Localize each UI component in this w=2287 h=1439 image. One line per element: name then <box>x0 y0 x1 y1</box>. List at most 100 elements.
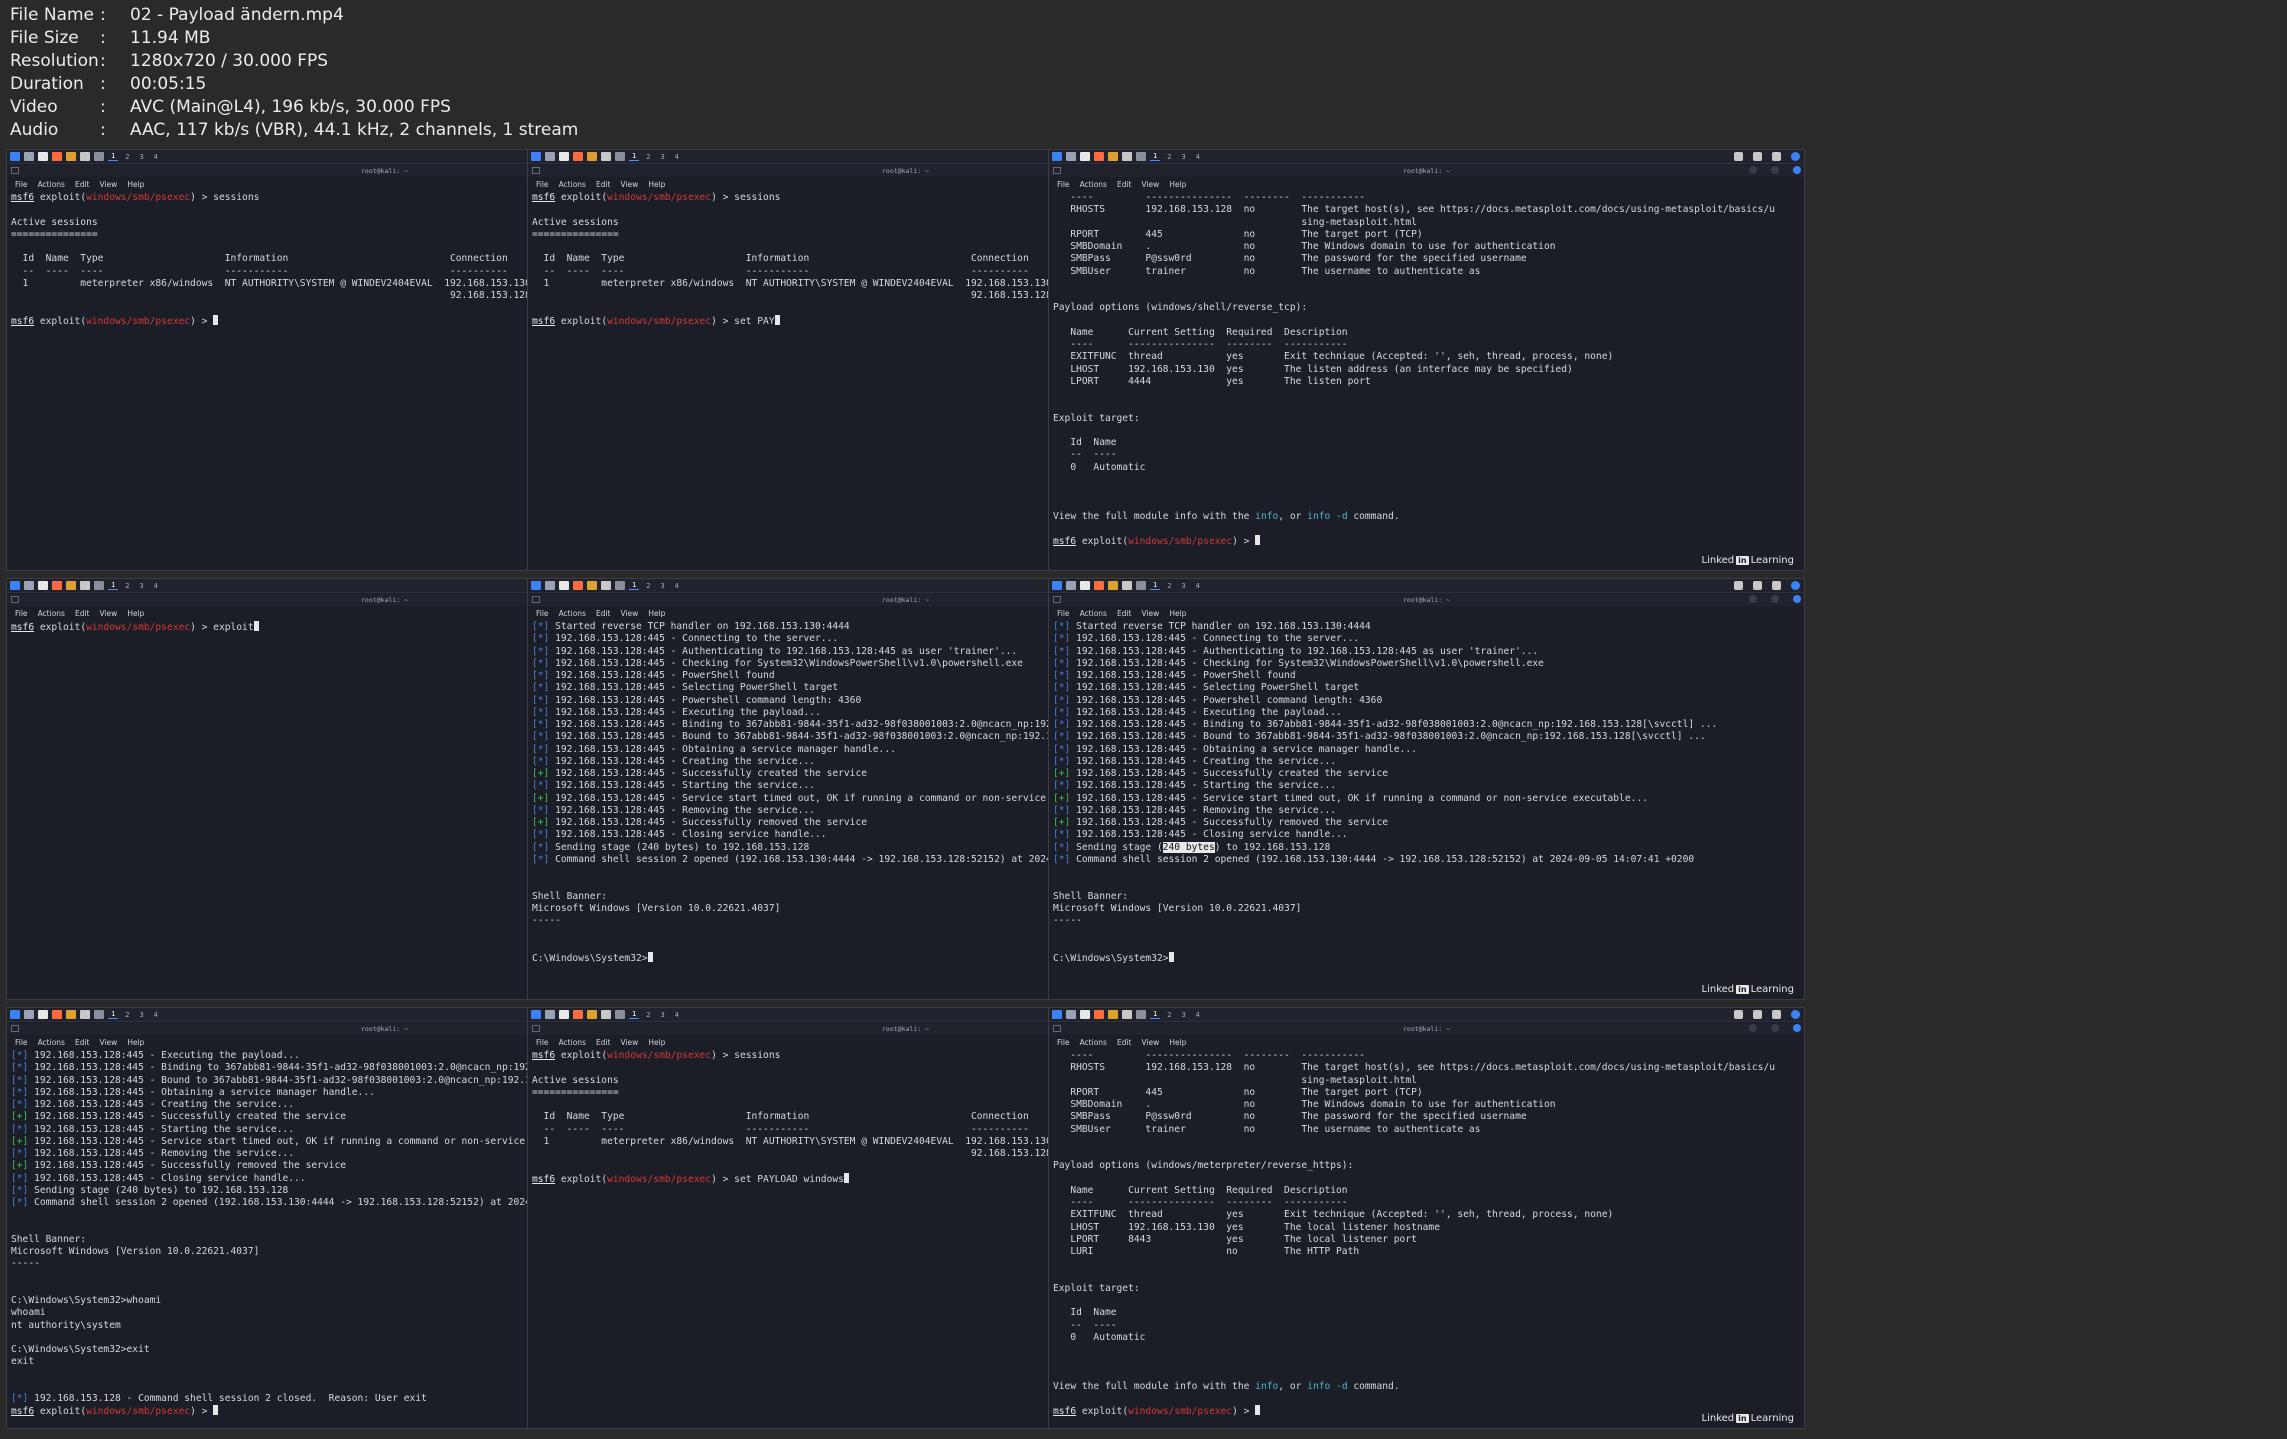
launcher-icon[interactable] <box>545 152 555 161</box>
power-icon[interactable] <box>1791 152 1800 161</box>
menu-item-actions[interactable]: Actions <box>1080 609 1107 618</box>
launcher-icon[interactable] <box>80 1010 90 1019</box>
launcher-icon[interactable] <box>24 1010 34 1019</box>
minimize-button[interactable] <box>1749 166 1757 174</box>
workspace-switcher[interactable]: 3 <box>1178 582 1188 590</box>
launcher-icon[interactable] <box>573 152 583 161</box>
menu-item-view[interactable]: View <box>100 609 118 618</box>
launcher-icon[interactable] <box>1136 152 1146 161</box>
launcher-icon[interactable] <box>38 1010 48 1019</box>
workspace-switcher[interactable]: 4 <box>1193 153 1203 161</box>
launcher-icon[interactable] <box>66 1010 76 1019</box>
workspace-switcher[interactable]: 4 <box>672 1011 682 1019</box>
workspace-switcher[interactable]: 2 <box>122 1011 132 1019</box>
menu-item-edit[interactable]: Edit <box>1117 609 1132 618</box>
launcher-icon[interactable] <box>545 581 555 590</box>
workspace-switcher[interactable]: 1 <box>629 581 640 590</box>
launcher-icon[interactable] <box>94 581 104 590</box>
workspace-switcher[interactable]: 3 <box>657 1011 667 1019</box>
launcher-icon[interactable] <box>38 152 48 161</box>
workspace-switcher[interactable]: 4 <box>151 1011 161 1019</box>
maximize-button[interactable] <box>1771 166 1779 174</box>
launcher-icon[interactable] <box>1052 152 1062 161</box>
menu-item-view[interactable]: View <box>1142 609 1160 618</box>
menu-item-actions[interactable]: Actions <box>1080 1038 1107 1047</box>
menu-item-edit[interactable]: Edit <box>1117 180 1132 189</box>
menu-item-file[interactable]: File <box>1057 609 1070 618</box>
launcher-icon[interactable] <box>1080 581 1090 590</box>
workspace-switcher[interactable]: 1 <box>629 152 640 161</box>
menu-item-view[interactable]: View <box>100 1038 118 1047</box>
workspace-switcher[interactable]: 4 <box>672 153 682 161</box>
menu-item-actions[interactable]: Actions <box>38 609 65 618</box>
menu-item-file[interactable]: File <box>536 1038 549 1047</box>
launcher-icon[interactable] <box>615 581 625 590</box>
launcher-icon[interactable] <box>52 581 62 590</box>
launcher-icon[interactable] <box>601 1010 611 1019</box>
monitor-icon[interactable] <box>1734 152 1743 161</box>
menu-item-view[interactable]: View <box>1142 1038 1160 1047</box>
launcher-icon[interactable] <box>1066 1010 1076 1019</box>
workspace-switcher[interactable]: 1 <box>1150 581 1161 590</box>
monitor-icon[interactable] <box>1734 581 1743 590</box>
menu-item-edit[interactable]: Edit <box>75 609 90 618</box>
menu-item-edit[interactable]: Edit <box>596 1038 611 1047</box>
launcher-icon[interactable] <box>573 1010 583 1019</box>
launcher-icon[interactable] <box>80 152 90 161</box>
menu-item-file[interactable]: File <box>1057 1038 1070 1047</box>
menu-item-help[interactable]: Help <box>648 609 665 618</box>
menu-item-view[interactable]: View <box>621 609 639 618</box>
workspace-switcher[interactable]: 3 <box>136 1011 146 1019</box>
menu-item-edit[interactable]: Edit <box>75 1038 90 1047</box>
terminal-output[interactable]: [*] Started reverse TCP handler on 192.1… <box>1053 621 1800 995</box>
launcher-icon[interactable] <box>10 581 20 590</box>
launcher-icon[interactable] <box>1066 152 1076 161</box>
launcher-icon[interactable] <box>587 581 597 590</box>
workspace-switcher[interactable]: 1 <box>108 581 119 590</box>
workspace-switcher[interactable]: 2 <box>1164 582 1174 590</box>
workspace-switcher[interactable]: 1 <box>1150 152 1161 161</box>
menu-item-help[interactable]: Help <box>127 609 144 618</box>
launcher-icon[interactable] <box>587 1010 597 1019</box>
workspace-switcher[interactable]: 3 <box>136 582 146 590</box>
monitor-icon[interactable] <box>1734 1010 1743 1019</box>
menu-item-help[interactable]: Help <box>1169 1038 1186 1047</box>
launcher-icon[interactable] <box>1052 581 1062 590</box>
workspace-switcher[interactable]: 4 <box>151 582 161 590</box>
window-titlebar[interactable]: root@kali: ~ <box>1049 1023 1804 1035</box>
launcher-icon[interactable] <box>615 1010 625 1019</box>
workspace-switcher[interactable]: 4 <box>1193 582 1203 590</box>
menu-item-actions[interactable]: Actions <box>559 180 586 189</box>
launcher-icon[interactable] <box>615 152 625 161</box>
workspace-switcher[interactable]: 2 <box>1164 153 1174 161</box>
window-titlebar[interactable]: root@kali: ~ <box>1049 165 1804 177</box>
launcher-icon[interactable] <box>1122 152 1132 161</box>
launcher-icon[interactable] <box>1108 1010 1118 1019</box>
workspace-switcher[interactable]: 1 <box>108 152 119 161</box>
launcher-icon[interactable] <box>587 152 597 161</box>
launcher-icon[interactable] <box>601 152 611 161</box>
menu-item-file[interactable]: File <box>536 180 549 189</box>
workspace-switcher[interactable]: 2 <box>643 582 653 590</box>
workspace-switcher[interactable]: 3 <box>1178 153 1188 161</box>
launcher-icon[interactable] <box>24 152 34 161</box>
launcher-icon[interactable] <box>531 1010 541 1019</box>
launcher-icon[interactable] <box>1080 1010 1090 1019</box>
menu-item-file[interactable]: File <box>15 180 28 189</box>
menu-item-edit[interactable]: Edit <box>596 180 611 189</box>
launcher-icon[interactable] <box>1094 581 1104 590</box>
launcher-icon[interactable] <box>531 581 541 590</box>
menu-item-file[interactable]: File <box>536 609 549 618</box>
launcher-icon[interactable] <box>601 581 611 590</box>
menu-item-edit[interactable]: Edit <box>1117 1038 1132 1047</box>
launcher-icon[interactable] <box>545 1010 555 1019</box>
launcher-icon[interactable] <box>52 1010 62 1019</box>
clock-icon[interactable] <box>1753 581 1762 590</box>
clock-icon[interactable] <box>1753 1010 1762 1019</box>
launcher-icon[interactable] <box>94 152 104 161</box>
launcher-icon[interactable] <box>80 581 90 590</box>
power-icon[interactable] <box>1791 1010 1800 1019</box>
window-titlebar[interactable]: root@kali: ~ <box>1049 594 1804 606</box>
close-button[interactable] <box>1793 595 1801 603</box>
workspace-switcher[interactable]: 4 <box>1193 1011 1203 1019</box>
